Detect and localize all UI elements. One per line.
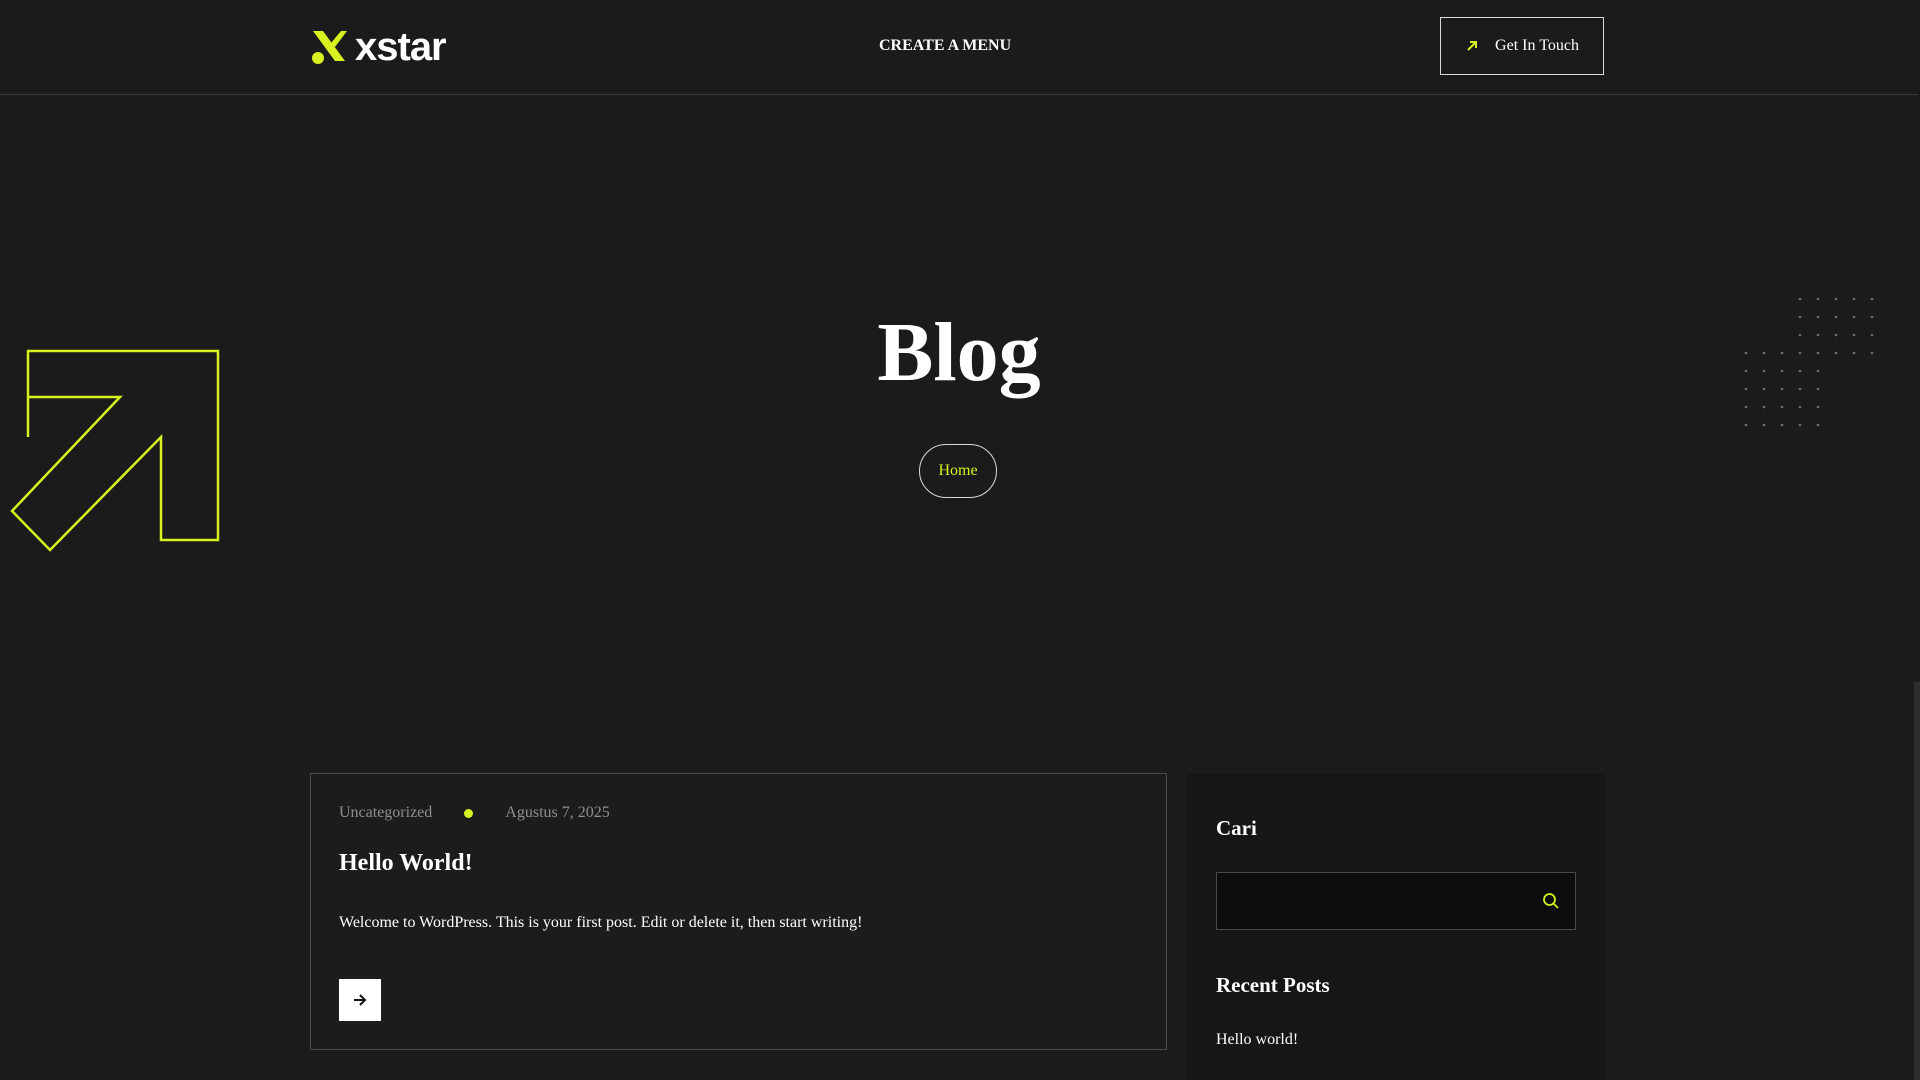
nav-create-menu[interactable]: CREATE A MENU	[879, 37, 1011, 55]
get-in-touch-button[interactable]: Get In Touch	[1440, 17, 1604, 75]
arrow-right-icon	[354, 994, 367, 1006]
post-title[interactable]: Hello World!	[339, 850, 473, 877]
site-logo[interactable]: xstar	[309, 25, 447, 69]
search-widget-title: Cari	[1216, 816, 1257, 840]
recent-post-link[interactable]: Hello world!	[1216, 1031, 1298, 1049]
logo-x-icon	[312, 31, 347, 64]
search-form	[1216, 872, 1576, 930]
breadcrumb-home[interactable]: Home	[919, 444, 997, 498]
meta-separator-dot	[464, 808, 474, 818]
get-in-touch-label: Get In Touch	[1495, 37, 1579, 54]
read-more-button[interactable]	[339, 979, 381, 1021]
search-icon	[1543, 893, 1559, 909]
site-header: xstar CREATE A MENU Get In Touch	[0, 0, 1918, 95]
page-title: Blog	[877, 306, 1041, 399]
post-date[interactable]: Agustus 7, 2025	[505, 804, 609, 822]
arrow-up-right-icon	[1467, 41, 1478, 51]
sidebar: Cari Recent Posts Hello world!	[1186, 773, 1606, 1080]
post-meta: Uncategorized Agustus 7, 2025	[339, 804, 610, 822]
search-input[interactable]	[1217, 873, 1517, 929]
scrollbar-thumb[interactable]	[1914, 682, 1920, 1080]
post-card: Uncategorized Agustus 7, 2025 Hello Worl…	[310, 773, 1167, 1050]
post-excerpt: Welcome to WordPress. This is your first…	[339, 914, 863, 931]
recent-posts-title: Recent Posts	[1216, 973, 1330, 997]
post-category[interactable]: Uncategorized	[339, 804, 432, 822]
page-hero: Blog Home	[0, 95, 1918, 643]
logo-text: xstar	[355, 25, 447, 69]
dot-grid-decoration	[1744, 297, 1874, 427]
search-button[interactable]	[1541, 891, 1561, 911]
